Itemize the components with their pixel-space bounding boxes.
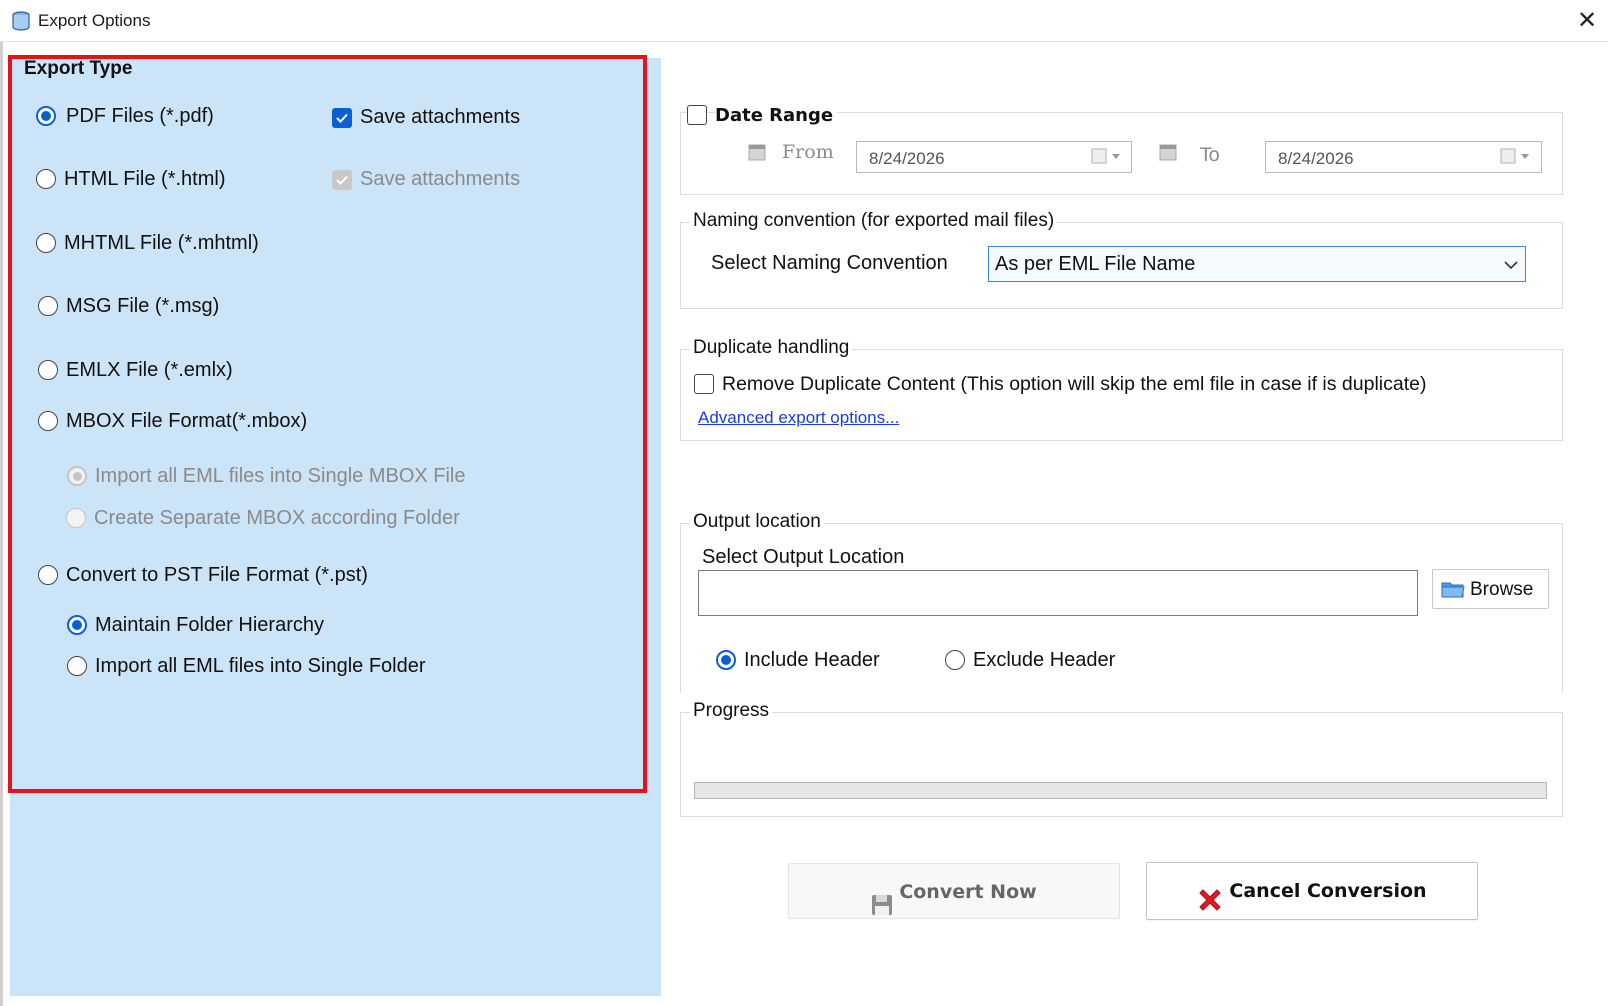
option-mhtml-label: MHTML File (*.mhtml) (64, 232, 259, 254)
naming-convention-select[interactable]: As per EML File Name (988, 246, 1526, 282)
app-database-icon (10, 10, 32, 32)
date-range-label: Date Range (715, 105, 838, 126)
radio-html[interactable] (36, 169, 56, 189)
from-date-dropdown-icon[interactable] (1090, 145, 1120, 169)
to-date-dropdown-icon[interactable] (1499, 145, 1529, 169)
checkmark-icon (336, 175, 348, 185)
pdf-save-attachments-label: Save attachments (360, 106, 521, 128)
include-header-label: Include Header (744, 649, 880, 671)
select-output-location-label: Select Output Location (702, 546, 905, 568)
title-bar (0, 0, 1608, 42)
pst-maintain-hierarchy-label: Maintain Folder Hierarchy (95, 614, 324, 636)
checkbox-date-range[interactable] (687, 105, 707, 125)
progress-bar (694, 782, 1547, 799)
cancel-conversion-button[interactable]: Cancel Conversion (1146, 862, 1478, 920)
checkmark-icon (336, 113, 348, 123)
checkbox-html-save-attachments (332, 170, 352, 190)
export-type-title: Export Type (24, 58, 133, 79)
save-disk-icon (871, 882, 893, 915)
checkbox-pdf-save-attachments[interactable] (332, 108, 352, 128)
progress-legend: Progress (690, 700, 773, 722)
output-path-input[interactable] (698, 570, 1418, 616)
output-location-legend: Output location (690, 511, 824, 533)
radio-msg[interactable] (38, 296, 58, 316)
from-date-value: 8/24/2026 (869, 149, 945, 168)
folder-icon (1441, 579, 1465, 599)
browse-label: Browse (1470, 579, 1534, 600)
convert-now-label: Convert Now (899, 881, 1037, 903)
radio-pst[interactable] (38, 565, 58, 585)
option-mbox-label: MBOX File Format(*.mbox) (66, 410, 308, 432)
close-icon[interactable]: ✕ (1572, 6, 1602, 36)
browse-button[interactable]: Browse (1432, 569, 1549, 609)
radio-pst-single-folder[interactable] (67, 656, 87, 676)
mbox-separate-label: Create Separate MBOX according Folder (94, 507, 460, 529)
calendar-icon (748, 143, 766, 161)
naming-convention-legend: Naming convention (for exported mail fil… (690, 210, 1058, 232)
radio-mbox[interactable] (38, 411, 58, 431)
chevron-down-icon[interactable] (1503, 258, 1519, 270)
radio-pst-maintain-hierarchy[interactable] (67, 615, 87, 635)
to-label: To (1200, 144, 1221, 166)
option-msg-label: MSG File (*.msg) (66, 295, 220, 317)
duplicate-handling-legend: Duplicate handling (690, 337, 853, 359)
radio-mhtml[interactable] (36, 233, 56, 253)
radio-mbox-separate (66, 508, 86, 528)
option-html-label: HTML File (*.html) (64, 168, 226, 190)
option-pst-label: Convert to PST File Format (*.pst) (66, 564, 368, 586)
from-label: From (782, 141, 834, 163)
pst-single-folder-label: Import all EML files into Single Folder (95, 655, 426, 677)
cancel-conversion-label: Cancel Conversion (1229, 880, 1427, 902)
exclude-header-label: Exclude Header (973, 649, 1116, 671)
advanced-export-options-link[interactable]: Advanced export options... (698, 408, 899, 428)
progress-status-area (694, 731, 1547, 774)
red-x-icon (1197, 879, 1223, 911)
window-edge (0, 42, 3, 1006)
naming-convention-label: Select Naming Convention (711, 252, 948, 274)
option-emlx-label: EMLX File (*.emlx) (66, 359, 233, 381)
radio-pdf[interactable] (36, 106, 56, 126)
remove-duplicates-label: Remove Duplicate Content (This option wi… (722, 373, 1427, 395)
to-date-value: 8/24/2026 (1278, 149, 1354, 168)
checkbox-remove-duplicates[interactable] (694, 374, 714, 394)
naming-convention-value: As per EML File Name (995, 253, 1196, 275)
html-save-attachments-label: Save attachments (360, 168, 521, 190)
radio-mbox-single-file (67, 466, 87, 486)
convert-now-button[interactable]: Convert Now (788, 863, 1120, 919)
option-pdf-label: PDF Files (*.pdf) (66, 105, 214, 127)
window-title: Export Options (38, 11, 151, 30)
mbox-single-file-label: Import all EML files into Single MBOX Fi… (95, 465, 466, 487)
radio-exclude-header[interactable] (945, 650, 965, 670)
radio-emlx[interactable] (38, 360, 58, 380)
calendar-icon (1159, 143, 1177, 161)
radio-include-header[interactable] (716, 650, 736, 670)
